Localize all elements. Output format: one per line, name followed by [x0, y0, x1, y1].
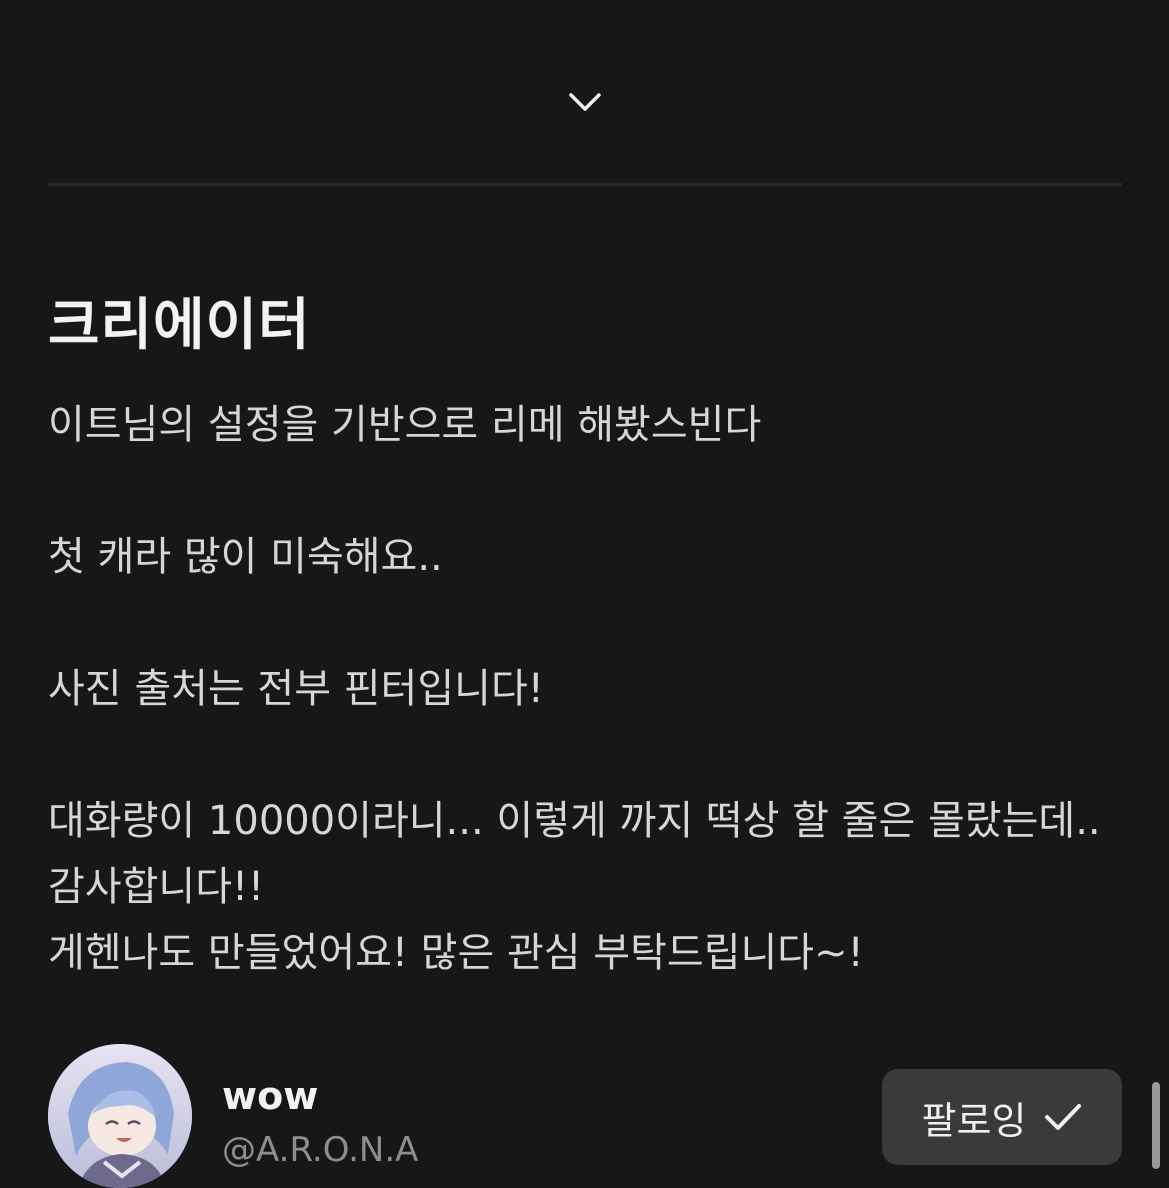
scrollbar-thumb[interactable]	[1152, 1082, 1160, 1169]
avatar[interactable]	[48, 1044, 192, 1188]
following-button[interactable]: 팔로잉	[882, 1069, 1122, 1165]
following-button-label: 팔로잉	[921, 1098, 1027, 1143]
avatar-image	[48, 1044, 192, 1188]
creator-description: 이트님의 설정을 기반으로 리메 해봤스빈다 첫 캐라 많이 미숙해요.. 사진…	[48, 402, 1101, 976]
chevron-down-icon	[569, 93, 601, 111]
creator-handle: @A.R.O.N.A	[222, 1130, 419, 1170]
collapse-toggle-button[interactable]	[565, 84, 605, 120]
section-divider	[48, 183, 1122, 186]
section-title: 크리에이터	[48, 293, 311, 358]
check-icon	[1044, 1102, 1082, 1132]
creator-name[interactable]: wow	[222, 1074, 318, 1118]
creator-card: wow @A.R.O.N.A 팔로잉	[48, 1044, 1122, 1188]
